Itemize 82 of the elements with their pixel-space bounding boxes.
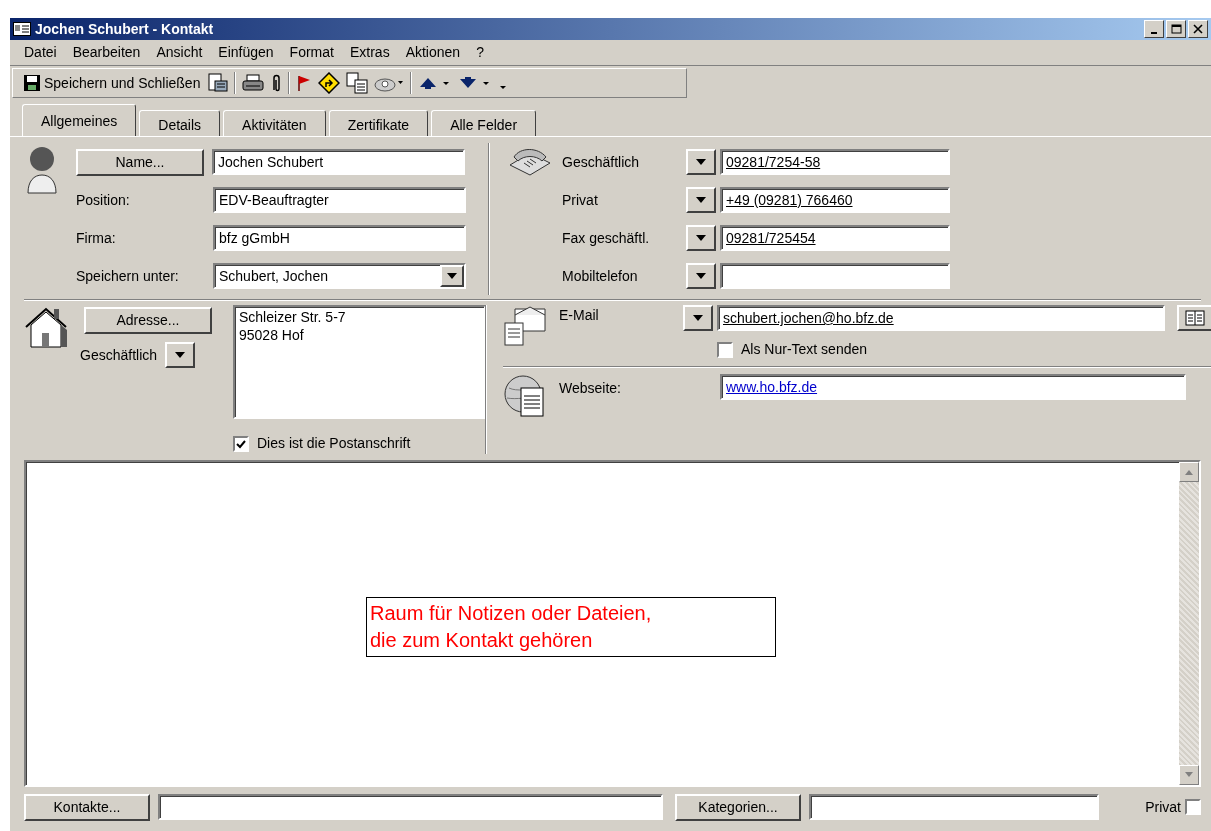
tab[interactable]: Details [139, 110, 221, 136]
menu-item[interactable]: Bearbeiten [70, 41, 143, 64]
dropdown-button[interactable] [686, 187, 716, 213]
dropdown-button[interactable] [686, 149, 716, 175]
menu-item[interactable]: Format [287, 41, 336, 64]
checkbox-label: Dies ist die Postanschrift [257, 434, 411, 453]
tab[interactable]: Zertifikate [328, 110, 429, 136]
contact-card-icon [13, 22, 31, 36]
checkbox[interactable] [233, 435, 249, 452]
field-label: Speichern unter: [76, 266, 180, 286]
categories-button[interactable]: Kategorien... [675, 793, 801, 821]
menu-item[interactable]: Datei [22, 41, 59, 64]
dropdown-button[interactable] [686, 225, 716, 251]
caret-icon [695, 196, 707, 204]
phone-label: Privat [562, 190, 599, 210]
checkbox[interactable] [1185, 799, 1201, 815]
tab[interactable]: Alle Felder [431, 110, 537, 136]
caret-icon [446, 272, 458, 280]
phone-field[interactable]: 09281/725454 [720, 225, 950, 251]
caret-icon [692, 314, 704, 322]
minimize-icon [1151, 32, 1157, 34]
menu-item[interactable]: Einfügen [216, 41, 276, 64]
tab[interactable]: Allgemeines [22, 104, 137, 136]
maximize-icon [1170, 23, 1182, 35]
contacts-button[interactable]: Kontakte... [24, 793, 150, 821]
tab[interactable]: Aktivitäten [223, 110, 326, 136]
envelope-document-icon [503, 305, 547, 347]
paperclip-icon[interactable] [270, 73, 283, 93]
save-as-combobox[interactable]: Schubert, Jochen [213, 263, 466, 289]
text-field[interactable]: EDV-Beauftragter [213, 187, 466, 213]
email-field[interactable]: schubert.jochen@ho.bfz.de [717, 305, 1165, 331]
menu-item[interactable]: Ansicht [154, 41, 205, 64]
close-icon [1192, 23, 1204, 35]
scroll-up-arrow-icon[interactable] [1184, 468, 1194, 476]
phone-label: Geschäftlich [562, 152, 641, 172]
dropdown-button[interactable] [686, 263, 716, 289]
text-field[interactable]: bfz gGmbH [213, 225, 466, 251]
caret-icon [695, 158, 707, 166]
form-icon[interactable] [208, 73, 229, 93]
dropdown-button[interactable] [165, 342, 196, 368]
annotation-text: die zum Kontakt gehören [370, 628, 594, 653]
notes-area[interactable]: Raum für Notizen oder Dateien, die zum Kontakt gehören [24, 460, 1201, 787]
dropdown-button[interactable] [683, 305, 713, 331]
scroll-down-arrow-icon[interactable] [1184, 771, 1194, 779]
phone-field[interactable]: 09281/7254-58 [720, 149, 950, 175]
documents-icon[interactable] [346, 72, 369, 94]
phone-label: Fax geschäftl. [562, 228, 651, 248]
printer-icon[interactable] [242, 74, 265, 92]
checkbox-label: Privat [1145, 797, 1181, 817]
globe-document-icon [503, 374, 547, 418]
contacts-field[interactable] [158, 794, 663, 820]
menu-item[interactable]: ? [474, 41, 486, 64]
menu-item[interactable]: Extras [347, 41, 392, 64]
maximize-button[interactable] [1166, 20, 1186, 38]
minimize-button[interactable] [1144, 20, 1164, 38]
close-button[interactable] [1188, 20, 1208, 38]
name-button[interactable]: Name... [76, 148, 204, 176]
field-label: Firma: [76, 228, 117, 248]
address-book-button[interactable] [1177, 305, 1211, 331]
address-field[interactable]: Schleizer Str. 5-7 95028 Hof [233, 305, 486, 419]
phone-label: Mobiltelefon [562, 266, 639, 286]
menu-item[interactable]: Aktionen [403, 41, 463, 64]
annotation-text: Raum für Notizen oder Dateien, [370, 601, 653, 626]
road-sign-icon[interactable] [318, 72, 341, 94]
caret-icon [695, 234, 707, 242]
window-title: Jochen Schubert - Kontakt [35, 19, 214, 39]
address-type-label: Geschäftlich [80, 345, 158, 365]
categories-field[interactable] [809, 794, 1099, 820]
caret-icon [695, 272, 707, 280]
caret-icon [174, 351, 187, 359]
phone-field[interactable] [720, 263, 950, 289]
web-address-field[interactable]: www.ho.bfz.de [720, 374, 1186, 400]
checkbox-label: Als Nur-Text senden [741, 340, 868, 359]
phone-field[interactable]: +49 (09281) 766460 [720, 187, 950, 213]
address-button[interactable]: Adresse... [84, 307, 212, 334]
scrollbar[interactable] [1179, 462, 1199, 785]
text-field[interactable]: Jochen Schubert [212, 149, 465, 175]
email-label: E-Mail [559, 306, 600, 325]
web-label: Webseite: [559, 379, 622, 398]
book-icon [1185, 310, 1205, 326]
field-label: Position: [76, 190, 131, 210]
checkbox[interactable] [717, 341, 733, 358]
